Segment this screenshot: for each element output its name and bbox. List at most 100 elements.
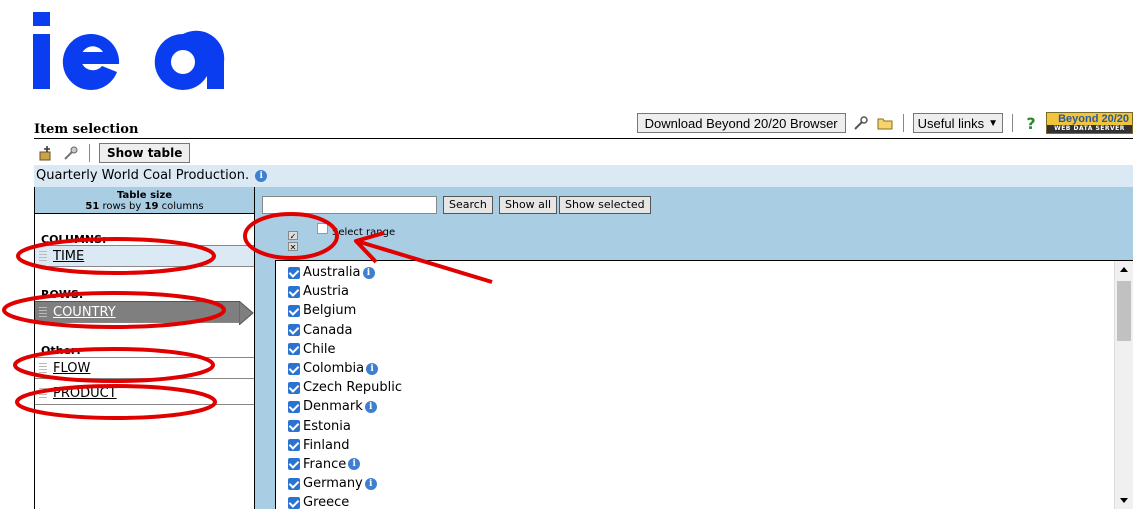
toolbar-separator xyxy=(1012,114,1013,132)
drag-handle-icon[interactable] xyxy=(39,251,47,263)
list-scrollbar[interactable] xyxy=(1114,261,1133,509)
info-icon[interactable]: i xyxy=(364,400,377,413)
checkbox[interactable] xyxy=(288,420,300,433)
checkbox[interactable] xyxy=(288,285,300,298)
checkbox[interactable] xyxy=(288,304,300,317)
checkbox[interactable] xyxy=(288,343,300,356)
drag-handle-icon[interactable] xyxy=(39,388,47,400)
checkbox[interactable] xyxy=(288,496,300,509)
search-button[interactable]: Search xyxy=(443,196,493,214)
brand-bottom-text: WEB DATA SERVER xyxy=(1047,125,1132,133)
list-item[interactable]: Belgium xyxy=(288,301,402,320)
dimension-flow[interactable]: FLOW xyxy=(35,357,254,379)
scroll-up-icon[interactable] xyxy=(1115,261,1133,278)
uncheck-all-icon[interactable]: ✕ xyxy=(288,242,298,252)
country-label: France xyxy=(303,456,347,472)
country-label: Denmark xyxy=(303,399,363,415)
info-icon[interactable]: i xyxy=(366,362,379,375)
list-item[interactable]: France i xyxy=(288,455,402,474)
country-list: Australia i Austria Belgium Canada Chile Colom… xyxy=(275,260,1133,509)
list-item[interactable]: Finland xyxy=(288,436,402,455)
item-selection-heading: Item selection xyxy=(34,122,139,137)
checkbox[interactable] xyxy=(288,400,300,413)
list-item[interactable]: Australia i xyxy=(288,263,402,282)
drag-handle-icon[interactable] xyxy=(39,363,47,375)
checkbox[interactable] xyxy=(288,362,300,375)
wrench-icon[interactable] xyxy=(852,114,870,132)
checkbox[interactable] xyxy=(288,324,300,337)
select-range-label: Select range xyxy=(332,227,396,238)
toolbar-separator xyxy=(902,114,904,132)
show-table-button[interactable]: Show table xyxy=(99,143,191,163)
dimension-country-label: COUNTRY xyxy=(53,305,116,320)
country-label: Estonia xyxy=(303,418,351,434)
show-selected-button[interactable]: Show selected xyxy=(559,196,651,214)
header-divider xyxy=(34,138,1133,139)
list-item[interactable]: Germany i xyxy=(288,474,402,493)
country-label: Canada xyxy=(303,322,353,338)
info-icon[interactable]: i xyxy=(255,169,268,182)
iea-logo xyxy=(33,12,225,90)
info-icon[interactable]: i xyxy=(348,458,361,471)
cols-count: 19 xyxy=(144,201,159,212)
country-label: Colombia xyxy=(303,361,365,377)
select-range-checkbox[interactable] xyxy=(317,223,328,234)
table-size-value: 51 rows by 19 columns xyxy=(35,201,254,212)
dimension-time-label: TIME xyxy=(53,249,85,264)
info-icon[interactable]: i xyxy=(362,266,375,279)
list-item[interactable]: Canada xyxy=(288,321,402,340)
list-item[interactable]: Chile xyxy=(288,340,402,359)
folder-icon[interactable] xyxy=(876,114,894,132)
checkbox[interactable] xyxy=(288,458,300,471)
country-label: Finland xyxy=(303,437,350,453)
useful-links-select[interactable]: Useful links ▼ xyxy=(912,113,1003,133)
list-item[interactable]: Greece xyxy=(288,493,402,509)
country-label: Austria xyxy=(303,284,349,300)
checkbox[interactable] xyxy=(288,477,300,490)
dataset-title-bar: Quarterly World Coal Production. i xyxy=(34,165,1133,187)
list-item[interactable]: Czech Republic xyxy=(288,378,402,397)
checkbox[interactable] xyxy=(288,439,300,452)
country-items: Australia i Austria Belgium Canada Chile Colom… xyxy=(288,263,402,509)
country-label: Greece xyxy=(303,495,350,509)
selected-arrow-icon xyxy=(239,301,254,325)
table-size-box: Table size 51 rows by 19 columns xyxy=(35,187,254,214)
dimension-time[interactable]: TIME xyxy=(35,245,254,267)
dimension-product[interactable]: PRODUCT xyxy=(35,383,254,405)
search-input[interactable] xyxy=(262,196,437,214)
dimensions-panel: Table size 51 rows by 19 columns COLUMNS… xyxy=(34,187,255,509)
dimension-product-label: PRODUCT xyxy=(53,386,117,401)
other-label: Other: xyxy=(41,344,81,357)
secondary-toolbar: Show table xyxy=(38,143,191,163)
beyond2020-logo[interactable]: Beyond 20/20 WEB DATA SERVER xyxy=(1046,112,1133,134)
item-selection-panel: Search Show all Show selected ✓ ✕ Select… xyxy=(255,187,1133,509)
cols-suffix-text: columns xyxy=(158,201,204,212)
list-item[interactable]: Colombia i xyxy=(288,359,402,378)
help-icon[interactable]: ? xyxy=(1022,114,1040,133)
dimension-country[interactable]: COUNTRY xyxy=(35,301,240,323)
dataset-title: Quarterly World Coal Production. xyxy=(36,168,250,183)
rows-label: ROWS: xyxy=(41,288,84,301)
scroll-thumb[interactable] xyxy=(1117,281,1131,341)
list-item[interactable]: Denmark i xyxy=(288,397,402,416)
download-browser-button[interactable]: Download Beyond 20/20 Browser xyxy=(636,113,846,133)
checkbox[interactable] xyxy=(288,266,300,279)
drag-handle-icon[interactable] xyxy=(39,307,47,319)
list-item[interactable]: Austria xyxy=(288,282,402,301)
toolbar-separator xyxy=(89,144,90,162)
top-toolbar: Download Beyond 20/20 Browser Useful lin… xyxy=(636,111,1133,135)
wrench-options-icon[interactable] xyxy=(62,144,80,162)
country-label: Australia xyxy=(303,265,361,281)
show-all-button[interactable]: Show all xyxy=(499,196,558,214)
scroll-down-icon[interactable] xyxy=(1115,492,1133,509)
country-label: Belgium xyxy=(303,303,357,319)
pivot-icon[interactable] xyxy=(38,144,56,162)
useful-links-label: Useful links xyxy=(917,115,985,131)
info-icon[interactable]: i xyxy=(364,477,377,490)
rows-by-text: rows by xyxy=(99,201,145,212)
table-size-label: Table size xyxy=(116,190,173,201)
country-label: Czech Republic xyxy=(303,380,402,396)
check-all-icon[interactable]: ✓ xyxy=(288,231,298,241)
checkbox[interactable] xyxy=(288,381,300,394)
list-item[interactable]: Estonia xyxy=(288,417,402,436)
